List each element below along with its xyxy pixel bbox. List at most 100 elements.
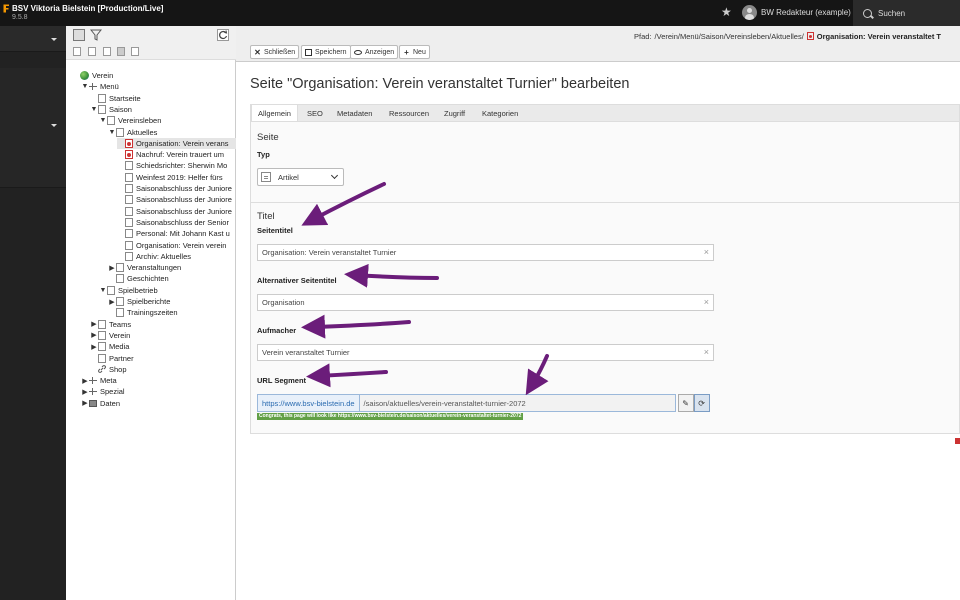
chevron-right-icon[interactable]: ▶ <box>81 399 89 407</box>
chevron-right-icon[interactable]: ▶ <box>81 377 89 385</box>
chevron-right-icon[interactable]: ▶ <box>90 320 98 328</box>
clear-icon[interactable]: × <box>704 248 709 257</box>
chevron-down-icon[interactable]: ▼ <box>90 106 98 113</box>
tree-node[interactable]: Trainingszeiten <box>108 307 178 318</box>
page-type-standard-icon[interactable] <box>73 47 81 56</box>
search-toolbar[interactable]: Suchen <box>853 0 960 26</box>
tree-node[interactable]: Saisonabschluss der Juniore <box>117 194 232 205</box>
tree-node[interactable]: Saisonabschluss der Senior <box>117 217 229 228</box>
alt-title-label: Alternativer Seitentitel <box>257 276 337 285</box>
page-type-folder-icon[interactable] <box>117 47 125 56</box>
tree-node-label: Verein <box>109 330 131 340</box>
page-red-icon <box>125 150 133 160</box>
page-type-select[interactable]: Artikel <box>257 168 344 186</box>
chevron-right-icon[interactable]: ▶ <box>81 388 89 396</box>
page-heading: Seite "Organisation: Verein veranstaltet… <box>250 76 630 92</box>
page-icon <box>116 263 124 273</box>
chevron-down-icon[interactable]: ▼ <box>99 287 107 294</box>
tree-node[interactable]: Verein <box>72 70 113 81</box>
tree-node-label: Spielberichte <box>127 297 171 306</box>
page-type-link-icon[interactable] <box>103 47 111 56</box>
alt-title-input[interactable]: Organisation × <box>257 294 714 311</box>
menu-separator-icon <box>89 387 97 397</box>
tree-node[interactable]: ▼ Saison <box>90 104 132 115</box>
chevron-down-icon[interactable]: ▼ <box>99 117 107 124</box>
url-prefix: https://www.bsv-bielstein.de <box>257 394 360 412</box>
chevron-down-icon[interactable]: ▼ <box>108 129 116 136</box>
tree-node[interactable]: Startseite <box>90 93 141 104</box>
tree-node-label: Saisonabschluss der Juniore <box>136 184 232 193</box>
module-menu <box>0 26 66 600</box>
tree-node-label: Saisonabschluss der Juniore <box>136 206 232 216</box>
tree-node[interactable]: ▶ Verein <box>90 330 130 341</box>
type-label: Typ <box>257 150 270 159</box>
refresh-icon[interactable] <box>217 29 229 41</box>
tab-panel-allgemein: Seite Typ Artikel Titel Seitentitel Orga… <box>250 121 960 434</box>
close-button[interactable]: ✕ Schließen <box>250 45 300 59</box>
tree-node[interactable]: Organisation: Verein verans <box>117 137 236 149</box>
page-type-shortcut-icon[interactable] <box>88 47 96 56</box>
module-group-web[interactable] <box>0 26 66 52</box>
tree-node[interactable]: Saisonabschluss der Juniore <box>117 183 232 194</box>
tree-node[interactable]: Schiedsrichter: Sherwin Mo <box>117 160 227 171</box>
tree-node[interactable]: ▼ Menü <box>81 81 119 92</box>
tree-node[interactable]: ▶ Daten <box>81 398 120 409</box>
avatar <box>742 5 757 20</box>
tab-seo[interactable]: SEO <box>301 105 329 122</box>
tree-node[interactable]: ▶ Teams <box>90 319 131 330</box>
tree-node[interactable]: ▼ Aktuelles <box>108 127 157 138</box>
scroll-indicator <box>955 438 960 444</box>
page-icon <box>98 104 106 114</box>
tab-ressourcen[interactable]: Ressourcen <box>383 105 435 122</box>
module-group-file[interactable] <box>0 68 66 188</box>
tree-node[interactable]: ▼ Spielbetrieb <box>99 285 158 296</box>
tree-node[interactable]: Organisation: Verein verein <box>117 240 226 251</box>
tree-node[interactable]: ▶ Meta <box>81 375 117 386</box>
tab-kategorien[interactable]: Kategorien <box>476 105 524 122</box>
tree-node-label: Startseite <box>109 93 141 103</box>
tree-node[interactable]: ▶ Spielberichte <box>108 296 170 307</box>
view-button[interactable]: Anzeigen <box>350 45 399 59</box>
site-version: 9.5.8 <box>12 14 28 21</box>
tree-node[interactable]: Saisonabschluss der Juniore <box>117 206 232 217</box>
filter-icon[interactable] <box>89 29 103 41</box>
clear-icon[interactable]: × <box>704 298 709 307</box>
tab-metadaten[interactable]: Metadaten <box>331 105 378 122</box>
page-type-sysfolder-icon[interactable] <box>131 47 139 56</box>
tree-node[interactable]: Shop <box>90 364 127 375</box>
chevron-right-icon[interactable]: ▶ <box>108 298 116 306</box>
new-page-icon[interactable] <box>73 29 85 41</box>
user-menu[interactable]: BW Redakteur (example) <box>742 5 851 20</box>
typo3-logo-icon[interactable] <box>3 4 10 13</box>
tree-node[interactable]: ▶ Spezial <box>81 386 125 397</box>
kicker-input[interactable]: Verein veranstaltet Turnier × <box>257 344 714 361</box>
save-button[interactable]: Speichern <box>301 45 351 59</box>
plus-icon: + <box>404 47 409 57</box>
tree-node-label: Saisonabschluss der Juniore <box>136 195 232 205</box>
tree-node[interactable]: Weinfest 2019: Helfer fürs <box>117 172 223 183</box>
tab-zugriff[interactable]: Zugriff <box>438 105 471 122</box>
tree-node[interactable]: ▶ Veranstaltungen <box>108 262 181 273</box>
tree-node[interactable]: Nachruf: Verein trauert um <box>117 149 224 160</box>
recalculate-slug-icon[interactable]: ⟳ <box>693 394 710 412</box>
chevron-right-icon[interactable]: ▶ <box>108 264 116 272</box>
tree-node[interactable]: Partner <box>90 353 134 364</box>
url-segment-input[interactable]: /saison/aktuelles/verein-veranstaltet-tu… <box>359 394 676 412</box>
tree-node[interactable]: Archiv: Aktuelles <box>117 251 191 262</box>
tree-node[interactable]: Personal: Mit Johann Kast u <box>117 228 230 239</box>
page-title-input[interactable]: Organisation: Verein veranstaltet Turnie… <box>257 244 714 261</box>
new-button[interactable]: + Neu <box>399 45 430 59</box>
tree-node[interactable]: Geschichten <box>108 273 169 284</box>
chevron-down-icon[interactable]: ▼ <box>81 83 89 90</box>
bookmark-star-icon[interactable]: ★ <box>721 6 733 18</box>
chevron-right-icon[interactable]: ▶ <box>90 331 98 339</box>
close-icon: ✕ <box>254 47 261 57</box>
tree-node-label: Organisation: Verein verans <box>136 138 229 148</box>
edit-slug-icon[interactable]: ✎ <box>677 394 694 412</box>
tree-node[interactable]: ▶ Media <box>90 341 129 352</box>
chevron-right-icon[interactable]: ▶ <box>90 343 98 351</box>
link-icon <box>98 364 106 374</box>
site-title[interactable]: BSV Viktoria Bielstein [Production/Live] <box>12 4 163 13</box>
tree-node[interactable]: ▼ Vereinsleben <box>99 115 161 126</box>
clear-icon[interactable]: × <box>704 348 709 357</box>
